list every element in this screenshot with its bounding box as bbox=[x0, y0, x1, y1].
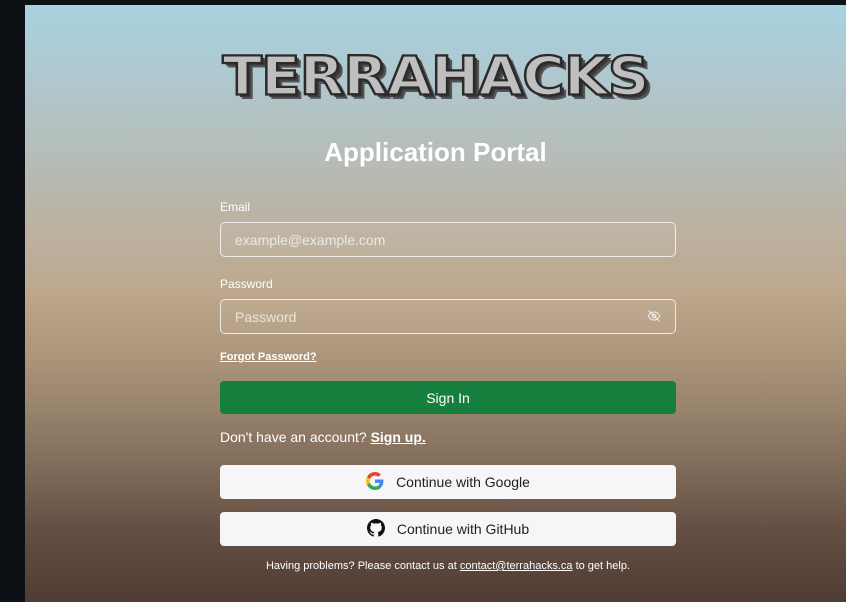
email-field-box bbox=[220, 222, 676, 257]
terrahacks-logo: TERRAHACKS bbox=[221, 44, 651, 109]
sign-in-button[interactable]: Sign In bbox=[220, 381, 676, 414]
sign-up-link[interactable]: Sign up. bbox=[371, 429, 426, 445]
signup-row: Don't have an account? Sign up. bbox=[220, 429, 676, 447]
email-label: Email bbox=[220, 200, 251, 214]
left-window-edge bbox=[0, 0, 25, 602]
continue-with-google-button[interactable]: Continue with Google bbox=[220, 465, 676, 499]
email-group: Email bbox=[220, 200, 676, 214]
no-account-label: Don't have an account? bbox=[220, 429, 367, 445]
help-text: Having problems? Please contact us at co… bbox=[220, 560, 676, 572]
google-g-icon bbox=[366, 471, 384, 493]
help-suffix: to get help. bbox=[575, 560, 630, 572]
signin-row: Sign In bbox=[220, 381, 676, 414]
email-field-wrap bbox=[220, 222, 676, 257]
forgot-row: Forgot Password? bbox=[220, 347, 676, 365]
contact-email-link[interactable]: contact@terrahacks.ca bbox=[460, 560, 573, 572]
eye-off-icon[interactable] bbox=[647, 309, 663, 325]
forgot-password-link[interactable]: Forgot Password? bbox=[220, 351, 317, 363]
logo-container: TERRAHACKS bbox=[25, 41, 846, 111]
password-field-box bbox=[220, 299, 676, 334]
page-title: Application Portal bbox=[324, 137, 547, 167]
help-row: Having problems? Please contact us at co… bbox=[220, 560, 676, 572]
password-field[interactable] bbox=[233, 307, 647, 326]
password-group: Password bbox=[220, 277, 676, 291]
continue-with-github-button[interactable]: Continue with GitHub bbox=[220, 512, 676, 546]
login-page: TERRAHACKS Application Portal Email Pass… bbox=[25, 5, 846, 602]
google-row: Continue with Google bbox=[220, 465, 676, 499]
password-label: Password bbox=[220, 277, 273, 291]
github-row: Continue with GitHub bbox=[220, 512, 676, 546]
github-octocat-icon bbox=[366, 518, 385, 540]
password-field-wrap bbox=[220, 299, 676, 334]
help-prefix: Having problems? Please contact us at bbox=[265, 560, 457, 572]
email-field[interactable] bbox=[233, 230, 663, 249]
github-button-label: Continue with GitHub bbox=[396, 521, 530, 537]
no-account-text: Don't have an account? Sign up. bbox=[220, 429, 426, 445]
google-button-label: Continue with Google bbox=[396, 474, 530, 490]
